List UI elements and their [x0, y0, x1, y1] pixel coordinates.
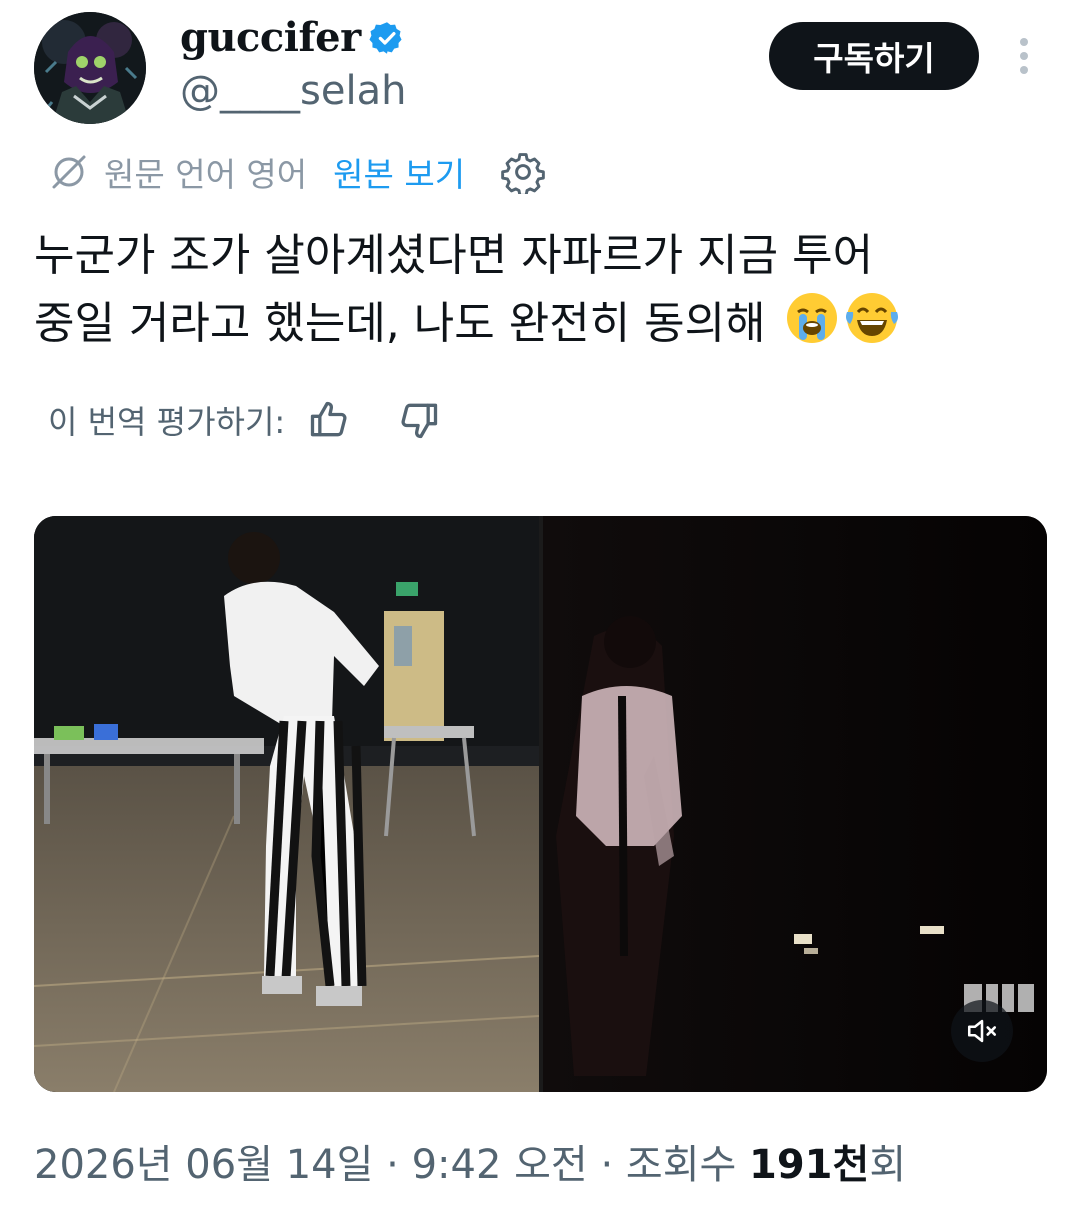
- avatar-image: [34, 12, 146, 124]
- video-player[interactable]: [34, 516, 1047, 1092]
- tweet-text-line-1: 누군가 조가 살아계셨다면 자파르가 지금 투어: [34, 230, 874, 281]
- rate-translation-label: 이 번역 평가하기:: [48, 403, 286, 441]
- avatar[interactable]: [34, 12, 146, 124]
- views-suffix: 회: [869, 1142, 907, 1188]
- views-count: 191천: [749, 1142, 870, 1188]
- meta-separator: ·: [373, 1142, 412, 1188]
- tweet-metadata: 2026년 06월 14일 · 9:42 오전 · 조회수 191천회: [34, 1132, 906, 1190]
- speaker-muted-icon: [967, 1019, 997, 1043]
- subscribe-button[interactable]: 구독하기: [769, 22, 979, 90]
- video-frame: [34, 516, 1047, 1092]
- tweet-text: 누군가 조가 살아계셨다면 자파르가 지금 투어 중일 거라고 했는데, 나도 …: [34, 222, 1044, 358]
- display-name-text: guccifer: [180, 14, 361, 61]
- thumbs-down-icon[interactable]: [397, 398, 441, 442]
- tweet-time[interactable]: 9:42 오전: [412, 1142, 588, 1188]
- original-language-label: 원문 언어 영어: [104, 155, 308, 194]
- loudly-crying-face-icon: [786, 293, 837, 343]
- handle[interactable]: @____selah: [180, 68, 406, 114]
- gear-icon[interactable]: [501, 150, 545, 194]
- translate-icon: [52, 155, 86, 189]
- face-with-tears-of-joy-icon: [845, 293, 898, 343]
- view-original-link[interactable]: 원본 보기: [333, 148, 465, 196]
- meta-separator: ·: [587, 1142, 626, 1188]
- display-name[interactable]: guccifer: [180, 14, 405, 61]
- tweet-text-line-2: 중일 거라고 했는데, 나도 완전히 동의해: [34, 290, 1044, 358]
- tweet-date[interactable]: 2026년 06월 14일: [34, 1142, 373, 1188]
- translation-bar: 원문 언어 영어 원본 보기: [48, 148, 545, 196]
- tweet-text-line-2-text: 중일 거라고 했는데, 나도 완전히 동의해: [34, 298, 766, 349]
- thumbs-up-icon[interactable]: [307, 398, 351, 442]
- more-vertical-icon[interactable]: [1012, 36, 1036, 76]
- views-label: 조회수: [625, 1142, 750, 1188]
- rate-translation-bar: 이 번역 평가하기:: [48, 396, 441, 444]
- mute-button[interactable]: [951, 1000, 1013, 1062]
- verified-badge-icon: [369, 21, 402, 54]
